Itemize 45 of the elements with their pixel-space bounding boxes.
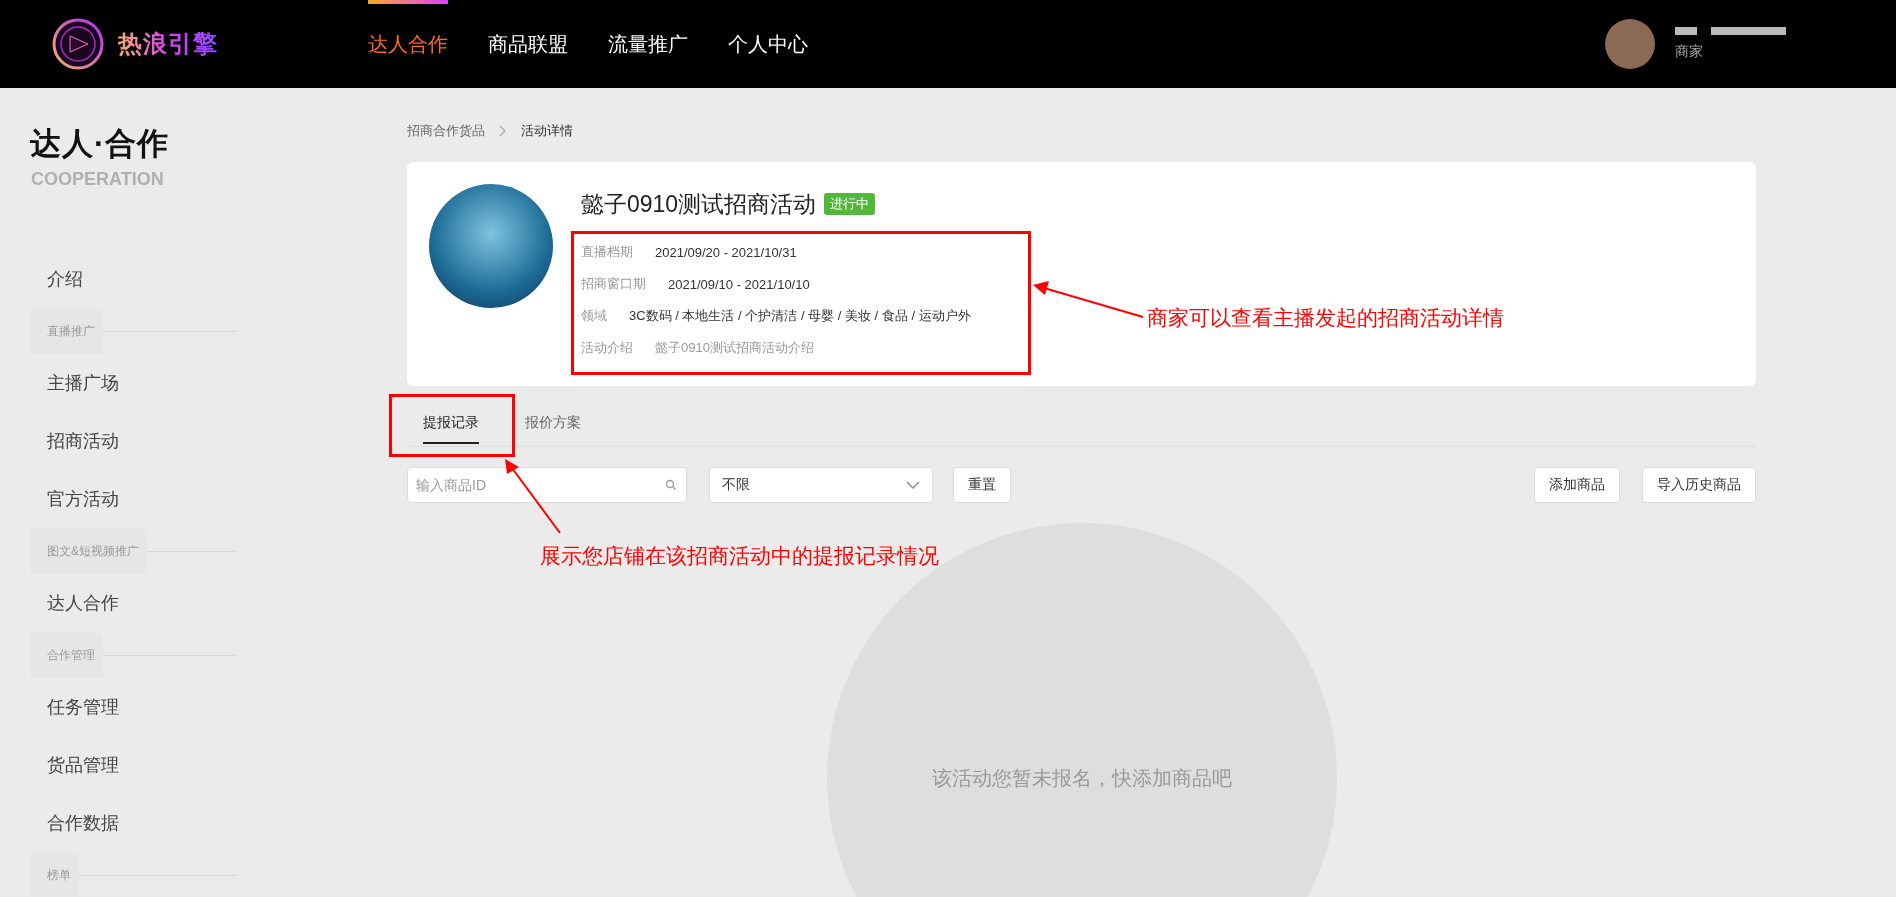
info-label: 活动介绍 xyxy=(581,339,633,357)
sidebar-item[interactable]: 官方活动 xyxy=(47,487,119,511)
tab[interactable]: 提报记录 xyxy=(423,408,479,444)
info-label: 直播档期 xyxy=(581,243,633,261)
sidebar-group-label: 图文&短视频推广 xyxy=(31,528,147,574)
empty-message: 该活动您暂未报名，快添加商品吧 xyxy=(931,765,1232,791)
search-field[interactable]: 输入商品ID xyxy=(407,467,687,503)
sidebar-item[interactable]: 任务管理 xyxy=(47,695,119,719)
tab[interactable]: 报价方案 xyxy=(525,408,581,444)
action-button[interactable]: 添加商品 xyxy=(1534,467,1620,503)
status-badge: 进行中 xyxy=(824,193,876,215)
sidebar-item[interactable]: 货品管理 xyxy=(47,753,119,777)
sidebar-item[interactable]: 主播广场 xyxy=(47,371,119,395)
action-button[interactable]: 导入历史商品 xyxy=(1642,467,1756,503)
chevron-right-icon xyxy=(499,125,507,137)
nav-tab[interactable]: 流量推广 xyxy=(608,0,688,88)
sidebar-group-label: 合作管理 xyxy=(31,632,103,678)
sidebar-item[interactable]: 达人合作 xyxy=(47,591,119,615)
breadcrumb-link[interactable]: 招商合作货品 xyxy=(407,122,485,140)
sidebar-item[interactable]: 介绍 xyxy=(47,267,83,291)
logo-text: 热浪引擎 xyxy=(118,28,218,60)
activity-title: 懿子0910测试招商活动 xyxy=(581,189,817,219)
nav-tab[interactable]: 个人中心 xyxy=(728,0,808,88)
info-value: 3C数码 / 本地生活 / 个护清洁 / 母婴 / 美妆 / 食品 / 运动户外 xyxy=(629,307,971,325)
info-label: 领域 xyxy=(581,307,607,325)
info-value: 2021/09/10 - 2021/10/10 xyxy=(668,276,810,292)
nav-tab[interactable]: 达人合作 xyxy=(368,0,448,88)
sidebar-title: 达人·合作 xyxy=(30,125,170,163)
sidebar-subtitle: COOPERATION xyxy=(31,169,164,190)
sidebar-group-label: 榜单 xyxy=(31,852,79,897)
nav-tab[interactable]: 商品联盟 xyxy=(488,0,568,88)
sidebar-group-label: 直播推广 xyxy=(31,308,103,354)
reset-button[interactable]: 重置 xyxy=(953,467,1011,503)
sidebar-item[interactable]: 招商活动 xyxy=(47,429,119,453)
sidebar-item[interactable]: 合作数据 xyxy=(47,811,119,835)
avatar[interactable] xyxy=(1605,19,1655,69)
info-value: 懿子0910测试招商活动介绍 xyxy=(655,339,814,357)
search-icon xyxy=(665,479,677,491)
annotation-text: 商家可以查看主播发起的招商活动详情 xyxy=(1147,305,1504,331)
info-value: 2021/09/20 - 2021/10/31 xyxy=(655,244,797,260)
user-role: 商家 xyxy=(1675,43,1704,61)
filter-dropdown[interactable]: 不限 xyxy=(709,467,933,503)
annotation-text: 展示您店铺在该招商活动中的提报记录情况 xyxy=(540,543,939,569)
chevron-down-icon xyxy=(906,481,920,489)
info-label: 招商窗口期 xyxy=(581,275,646,293)
